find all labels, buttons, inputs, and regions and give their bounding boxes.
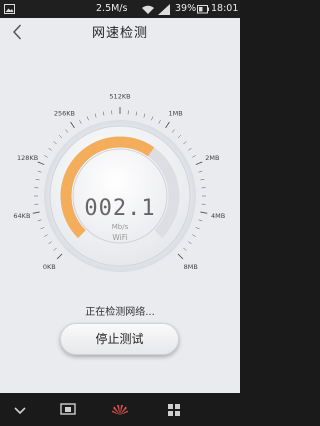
major-tick xyxy=(56,253,63,260)
minor-tick xyxy=(188,148,192,151)
speed-reading: 002.1 xyxy=(84,196,155,221)
minor-tick xyxy=(188,241,192,244)
app-screen: 网速检测 0KB 64KB 128KB 256KB 512KB 1MB 2MB 4MB 8MB … xyxy=(0,18,240,393)
minor-tick xyxy=(59,135,63,139)
scale-label: 64KB xyxy=(13,212,30,220)
minor-tick xyxy=(37,170,42,173)
major-tick xyxy=(177,253,184,260)
scale-label: 8MB xyxy=(184,263,198,271)
signal-icon xyxy=(158,0,171,18)
minor-tick xyxy=(151,116,154,121)
minor-tick xyxy=(177,135,181,139)
minor-tick xyxy=(200,178,205,181)
navigation-bar xyxy=(0,393,240,426)
connection-type: WiFi xyxy=(112,233,127,242)
minor-tick xyxy=(40,227,45,230)
menu-grid-icon[interactable] xyxy=(162,398,186,422)
network-speed: 2.5M/s xyxy=(96,3,128,14)
scale-label: 256KB xyxy=(54,109,75,117)
minor-tick xyxy=(35,178,40,181)
major-tick xyxy=(37,161,45,166)
stop-test-button[interactable]: 停止测试 xyxy=(60,323,179,355)
wifi-icon xyxy=(141,0,155,18)
image-notification-icon xyxy=(4,0,15,18)
minor-tick xyxy=(143,113,146,118)
testing-status: 正在检测网络... xyxy=(85,307,155,318)
scale-label: 1MB xyxy=(168,109,182,117)
minor-tick xyxy=(79,120,82,124)
major-tick xyxy=(195,161,203,166)
minor-tick xyxy=(183,247,187,251)
major-tick xyxy=(165,121,170,129)
minor-tick xyxy=(48,241,52,244)
minor-tick xyxy=(135,111,138,116)
minor-tick xyxy=(37,219,42,222)
scale-label: 4MB xyxy=(211,212,225,220)
major-tick xyxy=(70,121,75,129)
minor-tick xyxy=(183,141,187,145)
scale-label: 512KB xyxy=(109,93,130,101)
minor-tick xyxy=(44,234,48,237)
minor-tick xyxy=(53,141,57,145)
minor-tick xyxy=(192,234,196,237)
minor-tick xyxy=(94,113,97,118)
major-tick xyxy=(200,211,208,214)
minor-tick xyxy=(158,120,161,124)
minor-tick xyxy=(86,116,89,121)
minor-tick xyxy=(44,155,48,158)
speed-gauge: 0KB 64KB 128KB 256KB 512KB 1MB 2MB 4MB 8MB 002.1… xyxy=(13,93,225,272)
minor-tick xyxy=(53,247,57,251)
minor-tick xyxy=(48,148,52,151)
minor-tick xyxy=(192,155,196,158)
screen-cast-icon[interactable] xyxy=(56,398,80,422)
major-tick xyxy=(32,211,40,214)
minor-tick xyxy=(195,227,200,230)
battery-percent: 39% xyxy=(175,3,197,14)
clock: 18:01 xyxy=(211,3,239,14)
minor-tick xyxy=(65,129,69,133)
speed-unit: Mb/s xyxy=(112,223,129,231)
scale-label: 128KB xyxy=(17,154,38,162)
scale-label: 0KB xyxy=(43,263,56,271)
minor-tick xyxy=(198,170,203,173)
huawei-logo xyxy=(108,398,132,422)
scale-label: 2MB xyxy=(205,154,219,162)
chevron-down-icon[interactable] xyxy=(8,398,32,422)
minor-tick xyxy=(102,111,105,116)
minor-tick xyxy=(171,129,175,133)
battery-icon xyxy=(197,0,209,18)
status-bar: 2.5M/s 39% 18:01 xyxy=(0,0,240,18)
minor-tick xyxy=(198,219,203,222)
